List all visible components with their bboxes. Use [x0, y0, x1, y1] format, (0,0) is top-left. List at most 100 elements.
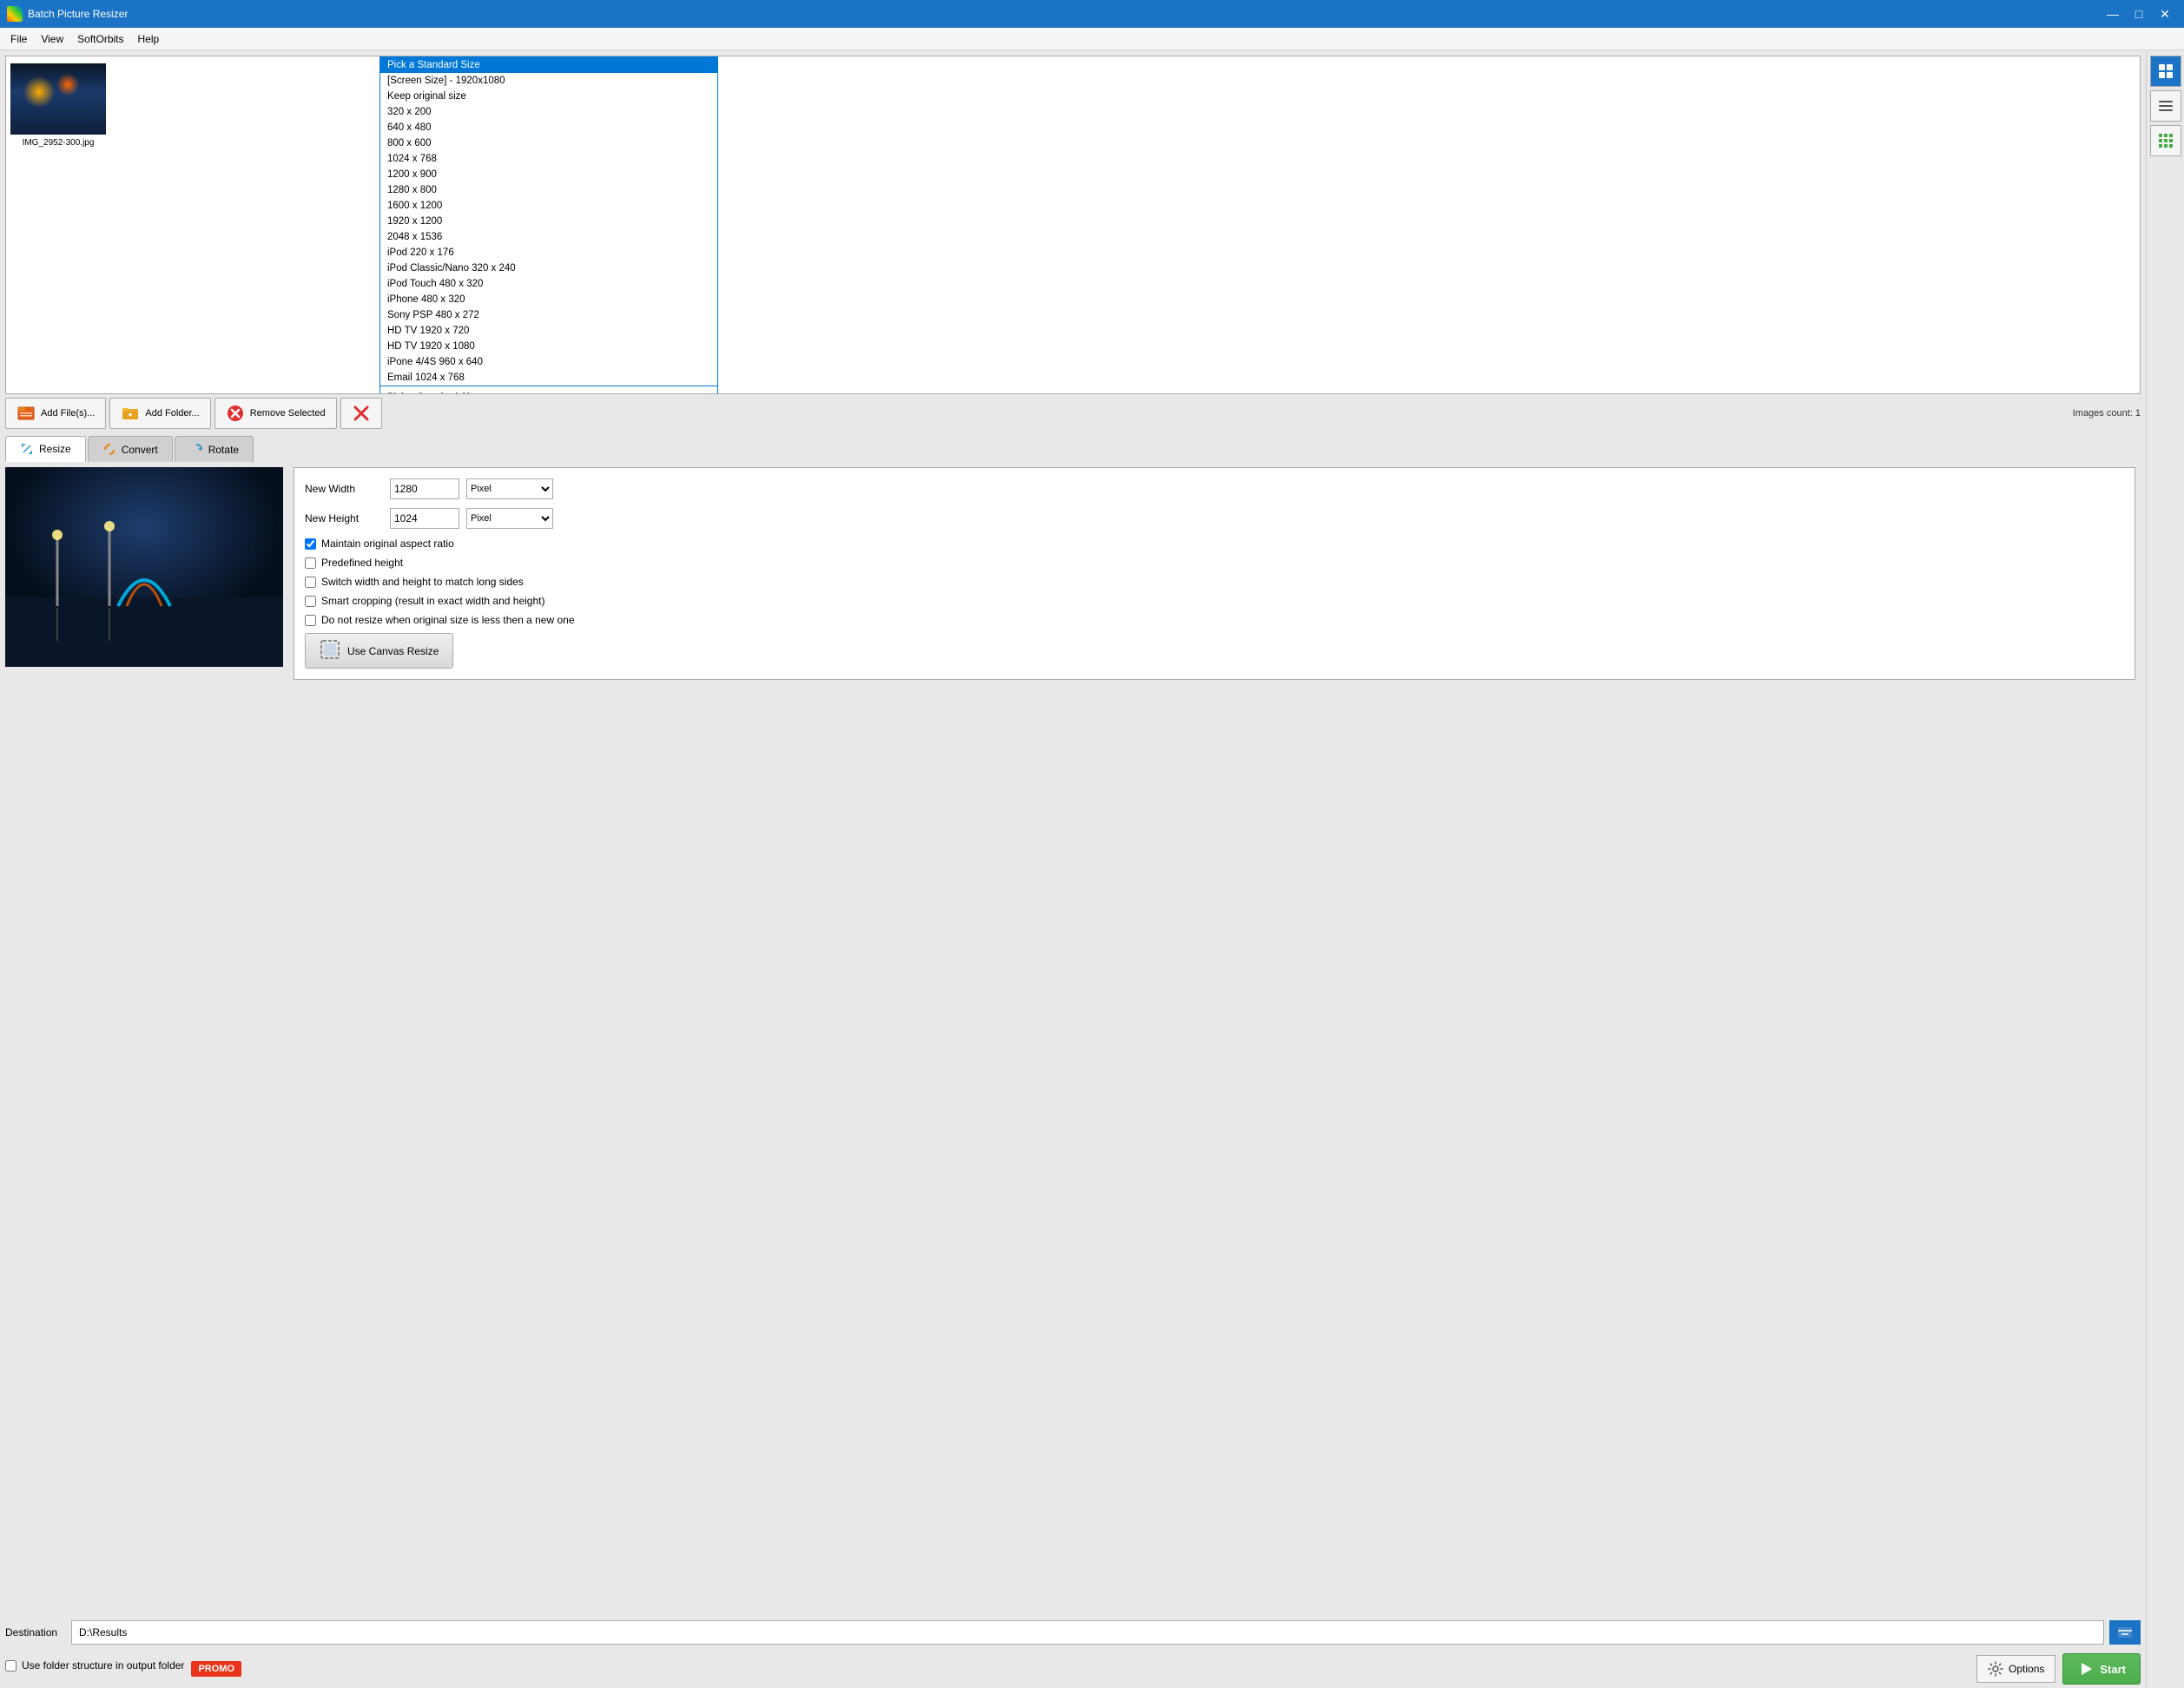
remove-selected-icon: [226, 404, 245, 423]
canvas-resize-icon: [320, 639, 340, 663]
dropdown-item-keep[interactable]: Keep original size: [380, 89, 717, 104]
cancel-icon: [352, 404, 371, 423]
dropdown-item-hdtv1080[interactable]: HD TV 1920 x 1080: [380, 339, 717, 354]
no-resize-checkbox[interactable]: [305, 615, 316, 626]
tab-convert[interactable]: Convert: [88, 436, 173, 462]
thumbnail-view-icon: [2157, 63, 2174, 80]
menu-view[interactable]: View: [34, 31, 70, 47]
smart-crop-label[interactable]: Smart cropping (result in exact width an…: [321, 595, 544, 607]
predefined-height-row: Predefined height: [305, 557, 2124, 569]
dropdown-item-ipod[interactable]: iPod 220 x 176: [380, 245, 717, 260]
folder-structure-label[interactable]: Use folder structure in output folder: [22, 1659, 184, 1672]
tab-area: Resize Convert Rotate: [0, 432, 2146, 462]
canvas-resize-button[interactable]: Use Canvas Resize: [305, 633, 453, 669]
thumbnail-view-button[interactable]: [2150, 56, 2181, 87]
no-resize-label[interactable]: Do not resize when original size is less…: [321, 614, 575, 626]
list-view-icon: [2157, 97, 2174, 115]
minimize-button[interactable]: —: [2101, 2, 2125, 26]
dropdown-item-iphone4[interactable]: iPone 4/4S 960 x 640: [380, 354, 717, 370]
new-width-label: New Width: [305, 483, 383, 495]
grid-view-button[interactable]: [2150, 125, 2181, 156]
menu-file[interactable]: File: [3, 31, 34, 47]
convert-tab-icon: [102, 443, 116, 457]
start-button[interactable]: Start: [2062, 1653, 2141, 1685]
titlebar-controls: — □ ✕: [2101, 2, 2177, 26]
dropdown-item-screen[interactable]: [Screen Size] - 1920x1080: [380, 73, 717, 89]
tab-rotate[interactable]: Rotate: [175, 436, 254, 462]
promo-badge: PROMO: [191, 1661, 241, 1677]
close-button[interactable]: ✕: [2153, 2, 2177, 26]
cancel-button[interactable]: [340, 398, 382, 429]
dropdown-item-2048x1536[interactable]: 2048 x 1536: [380, 229, 717, 245]
destination-bar: Destination: [0, 1615, 2146, 1650]
dropdown-item-email[interactable]: Email 1024 x 768: [380, 370, 717, 386]
dropdown-item-320x200[interactable]: 320 x 200: [380, 104, 717, 120]
content-area: New Width Pixel Percent Cm Inch New Heig…: [0, 462, 2146, 1615]
destination-input[interactable]: [71, 1620, 2104, 1645]
dropdown-footer[interactable]: Pick a Standard Size ▼: [379, 386, 718, 394]
dropdown-list[interactable]: Pick a Standard Size [Screen Size] - 192…: [379, 56, 718, 386]
dropdown-footer-label: Pick a Standard Size: [387, 392, 480, 395]
height-unit-select[interactable]: Pixel Percent Cm Inch: [466, 508, 553, 529]
dropdown-item-1600x1200[interactable]: 1600 x 1200: [380, 198, 717, 214]
thumbnail: [10, 63, 106, 135]
dropdown-item-pick[interactable]: Pick a Standard Size: [380, 57, 717, 73]
toolbar: Add File(s)... Add Folder...: [0, 394, 2146, 432]
dropdown-item-ipod-touch[interactable]: iPod Touch 480 x 320: [380, 276, 717, 292]
dropdown-item-iphone[interactable]: iPhone 480 x 320: [380, 292, 717, 307]
width-row: New Width Pixel Percent Cm Inch: [305, 478, 2124, 499]
new-height-label: New Height: [305, 512, 383, 524]
dropdown-item-640x480[interactable]: 640 x 480: [380, 120, 717, 135]
main-container: IMG_2952-300.jpg Pick a Standard Size [S…: [0, 50, 2184, 1688]
maintain-aspect-checkbox[interactable]: [305, 538, 316, 550]
standard-size-dropdown-overlay: Pick a Standard Size [Screen Size] - 192…: [379, 56, 718, 394]
add-files-button[interactable]: Add File(s)...: [5, 398, 106, 429]
settings-side: New Width Pixel Percent Cm Inch New Heig…: [288, 467, 2141, 1610]
remove-selected-button[interactable]: Remove Selected: [214, 398, 337, 429]
dropdown-item-800x600[interactable]: 800 x 600: [380, 135, 717, 151]
preview-image: [5, 467, 283, 667]
switch-wh-checkbox[interactable]: [305, 577, 316, 588]
dropdown-item-1920x1200[interactable]: 1920 x 1200: [380, 214, 717, 229]
maintain-aspect-label[interactable]: Maintain original aspect ratio: [321, 537, 454, 550]
list-item[interactable]: IMG_2952-300.jpg: [6, 56, 110, 155]
remove-selected-label: Remove Selected: [250, 408, 326, 419]
list-view-button[interactable]: [2150, 90, 2181, 122]
options-label: Options: [2009, 1663, 2044, 1675]
destination-browse-button[interactable]: [2109, 1620, 2141, 1645]
predefined-height-label[interactable]: Predefined height: [321, 557, 403, 569]
width-unit-select[interactable]: Pixel Percent Cm Inch: [466, 478, 553, 499]
dropdown-item-sony-psp[interactable]: Sony PSP 480 x 272: [380, 307, 717, 323]
add-files-icon: [16, 404, 36, 423]
dropdown-item-hdtv720[interactable]: HD TV 1920 x 720: [380, 323, 717, 339]
dropdown-item-1200x900[interactable]: 1200 x 900: [380, 167, 717, 182]
file-name: IMG_2952-300.jpg: [23, 138, 95, 148]
tab-convert-label: Convert: [122, 444, 158, 456]
dropdown-item-ipod-classic[interactable]: iPod Classic/Nano 320 x 240: [380, 260, 717, 276]
destination-label: Destination: [5, 1626, 66, 1639]
new-width-input[interactable]: [390, 478, 459, 499]
predefined-height-checkbox[interactable]: [305, 557, 316, 569]
images-count: Images count: 1: [2073, 408, 2141, 419]
dropdown-item-1280x800[interactable]: 1280 x 800: [380, 182, 717, 198]
folder-structure-checkbox[interactable]: [5, 1660, 16, 1672]
menu-softorbits[interactable]: SoftOrbits: [70, 31, 130, 47]
dropdown-item-1024x768[interactable]: 1024 x 768: [380, 151, 717, 167]
options-button[interactable]: Options: [1976, 1655, 2055, 1683]
maximize-button[interactable]: □: [2127, 2, 2151, 26]
add-folder-button[interactable]: Add Folder...: [109, 398, 210, 429]
menubar: File View SoftOrbits Help: [0, 28, 2184, 50]
app-title: Batch Picture Resizer: [28, 8, 2101, 20]
resize-tab-icon: [20, 442, 34, 456]
tab-resize[interactable]: Resize: [5, 436, 86, 462]
maintain-aspect-row: Maintain original aspect ratio: [305, 537, 2124, 550]
menu-help[interactable]: Help: [131, 31, 167, 47]
titlebar: Batch Picture Resizer — □ ✕: [0, 0, 2184, 28]
tab-resize-label: Resize: [39, 443, 71, 455]
new-height-input[interactable]: [390, 508, 459, 529]
smart-crop-checkbox[interactable]: [305, 596, 316, 607]
app-icon: [7, 6, 23, 22]
bottom-bar: Use folder structure in output folder PR…: [0, 1650, 2146, 1688]
right-sidebar: [2146, 50, 2184, 1688]
switch-wh-label[interactable]: Switch width and height to match long si…: [321, 576, 524, 588]
